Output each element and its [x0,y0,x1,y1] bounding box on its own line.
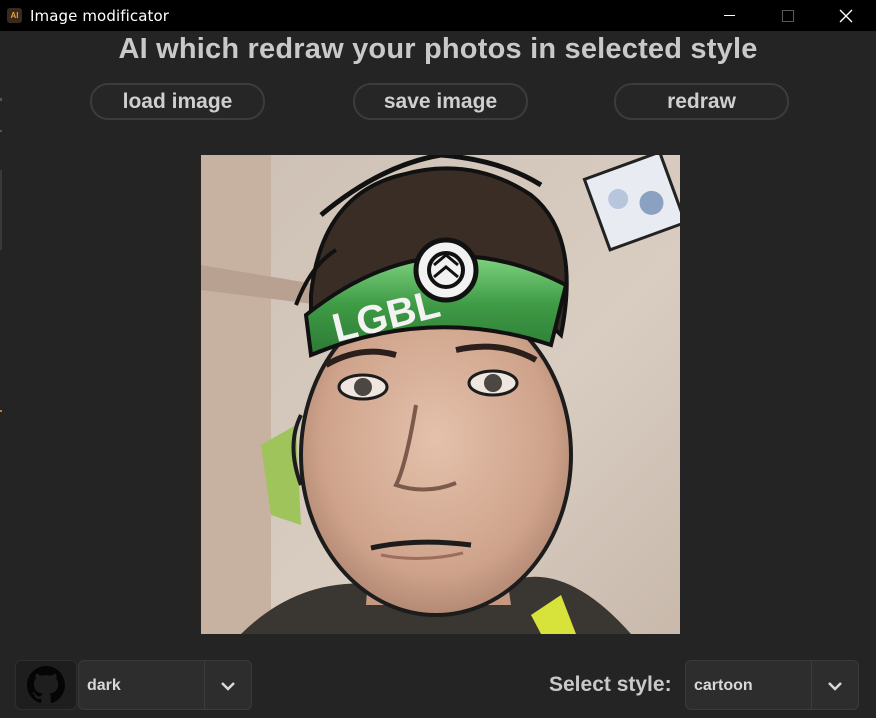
minimize-icon [723,15,735,16]
load-image-button[interactable]: load image [90,83,265,120]
maximize-button[interactable] [765,0,811,31]
chevron-down-icon[interactable] [826,677,844,695]
close-icon [839,9,853,22]
github-button[interactable] [15,660,77,710]
edge-marker [0,130,2,132]
maximize-icon [782,9,794,22]
cartoon-portrait: LGBL [201,155,680,634]
title-bar[interactable]: AI Image modificator [0,0,876,31]
redraw-button[interactable]: redraw [614,83,789,120]
style-select-value: cartoon [694,677,753,694]
edge-marker [0,98,2,101]
style-select[interactable]: cartoon [685,660,859,710]
theme-select-value: dark [87,677,121,694]
save-image-button[interactable]: save image [353,83,528,120]
image-preview: LGBL [201,155,680,634]
select-divider [204,661,205,709]
select-divider [811,661,812,709]
style-label: Select style: [549,673,672,696]
app-icon: AI [7,8,22,23]
page-title: AI which redraw your photos in selected … [118,33,758,65]
github-icon [27,666,65,704]
minimize-button[interactable] [706,0,752,31]
edge-marker [0,170,2,250]
close-button[interactable] [823,0,869,31]
edge-marker [0,410,2,412]
window-title: Image modificator [30,7,170,25]
theme-select[interactable]: dark [78,660,252,710]
chevron-down-icon[interactable] [219,677,237,695]
app-window: AI Image modificator AI which redraw you… [0,0,876,718]
